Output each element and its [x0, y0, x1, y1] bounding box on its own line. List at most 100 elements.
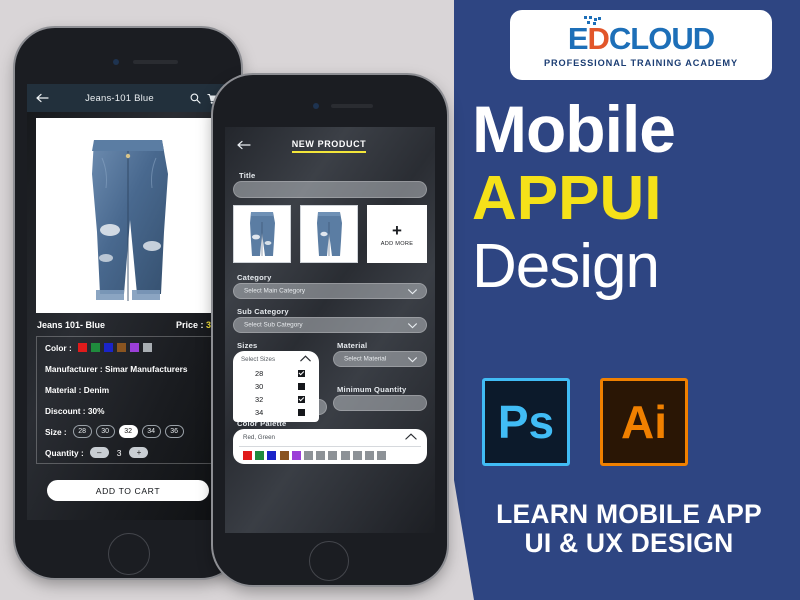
chevron-down-icon [408, 316, 417, 334]
product-thumbnail[interactable] [233, 205, 291, 263]
front-camera-icon [313, 103, 319, 109]
color-swatch-1[interactable] [90, 343, 100, 352]
palette-swatch-5[interactable] [303, 451, 313, 460]
attribute-quantity: Quantity : – 3 + [37, 442, 219, 463]
palette-swatch-7[interactable] [328, 451, 338, 460]
footer-tagline: LEARN MOBILE APP UI & UX DESIGN [464, 500, 794, 557]
color-swatch-4[interactable] [129, 343, 139, 352]
attribute-color: Color : [37, 337, 219, 358]
palette-swatch-4[interactable] [291, 451, 301, 460]
palette-swatch-6[interactable] [316, 451, 326, 460]
size-option-32[interactable]: 32 [118, 425, 138, 438]
palette-swatch-1[interactable] [255, 451, 265, 460]
quantity-decrease-button[interactable]: – [89, 447, 109, 458]
manufacturer-value: Simar Manufacturers [104, 363, 188, 374]
back-arrow-icon[interactable] [237, 137, 251, 155]
front-camera-icon [113, 59, 119, 65]
sizes-option-label: 34 [255, 408, 264, 417]
phone-new-product: NEW PRODUCT Title + ADD MORE Category Se… [213, 75, 447, 585]
photoshop-icon: Ps [482, 378, 570, 466]
palette-swatch-2[interactable] [267, 451, 277, 460]
product-thumbnail[interactable] [300, 205, 358, 263]
size-option-list[interactable]: 28 30 32 34 36 [72, 425, 184, 438]
sub-category-label: Sub Category [237, 307, 289, 316]
home-button[interactable] [108, 533, 150, 575]
sub-category-select[interactable]: Select Sub Category [233, 317, 427, 333]
phone-product-detail: Jeans-101 Blue Jeans 101- Blue Price: C… [15, 28, 241, 578]
add-more-image-button[interactable]: + ADD MORE [367, 205, 427, 263]
color-swatch-0[interactable] [77, 343, 87, 352]
new-product-header: NEW PRODUCT [225, 135, 435, 157]
logo-tagline: PROFESSIONAL TRAINING ACADEMY [543, 57, 739, 68]
sizes-option-checkbox[interactable] [298, 409, 305, 416]
sizes-option-28[interactable]: 28 [233, 367, 319, 380]
minimum-quantity-input[interactable] [333, 395, 427, 411]
search-icon[interactable] [190, 93, 201, 104]
color-swatch-5[interactable] [142, 343, 152, 352]
sizes-dropdown-header[interactable]: Select Sizes [233, 351, 319, 367]
page-title: Jeans-101 Blue [85, 92, 154, 104]
chevron-down-icon [408, 350, 417, 368]
sizes-option-30[interactable]: 30 [233, 380, 319, 393]
page-title: NEW PRODUCT [291, 139, 367, 153]
product-detail-app: Jeans-101 Blue Jeans 101- Blue Price: C… [27, 84, 229, 520]
palette-swatch-0[interactable] [243, 451, 252, 460]
size-option-30[interactable]: 30 [95, 425, 115, 438]
sizes-option-checkbox[interactable] [298, 370, 305, 377]
back-arrow-icon[interactable] [36, 93, 49, 103]
title-input[interactable] [233, 181, 427, 198]
sizes-dropdown[interactable]: Select Sizes 28 30 32 34 [233, 351, 319, 422]
sizes-option-checkbox[interactable] [298, 383, 305, 390]
jeans-illustration-icon [92, 140, 168, 301]
sizes-option-label: 30 [255, 382, 264, 391]
size-option-34[interactable]: 34 [141, 425, 161, 438]
promo-panel: E D CLOUD PROFESSIONAL TRAINING ACADEMY … [454, 0, 800, 600]
plus-icon: + [392, 220, 402, 240]
sizes-option-checkbox[interactable] [298, 396, 305, 403]
color-palette-dropdown[interactable]: Red, Green [233, 429, 427, 464]
size-option-28[interactable]: 28 [72, 425, 92, 438]
palette-swatch-9[interactable] [352, 451, 362, 460]
size-option-36[interactable]: 36 [164, 425, 184, 438]
color-palette-value: Red, Green [243, 434, 275, 441]
palette-swatch-3[interactable] [279, 451, 289, 460]
logo-pixel-dots-icon [583, 15, 602, 28]
add-to-cart-button[interactable]: ADD TO CART [47, 480, 209, 501]
earpiece-speaker-icon [133, 60, 178, 64]
sizes-option-label: 32 [255, 395, 264, 404]
quantity-stepper[interactable]: – 3 + [89, 447, 149, 458]
home-button[interactable] [309, 541, 349, 581]
manufacturer-label: Manufacturer : [45, 363, 103, 374]
chevron-down-icon [408, 282, 417, 300]
product-detail-header: Jeans-101 Blue [27, 84, 229, 112]
product-price-row: Jeans 101- Blue Price : 300 [37, 320, 221, 330]
palette-swatch-8[interactable] [340, 451, 350, 460]
category-select[interactable]: Select Main Category [233, 283, 427, 299]
new-product-app: NEW PRODUCT Title + ADD MORE Category Se… [225, 127, 435, 533]
sizes-option-32[interactable]: 32 [233, 393, 319, 406]
product-attributes-panel: Color : Manufacturer : Simar Manufacture… [36, 336, 220, 464]
color-swatch-3[interactable] [116, 343, 126, 352]
quantity-increase-button[interactable]: + [129, 447, 149, 458]
color-palette-swatches[interactable] [233, 447, 427, 460]
footer-line-2: UI & UX DESIGN [524, 527, 734, 558]
color-palette-header[interactable]: Red, Green [233, 429, 427, 446]
attribute-material: Material : Denim [37, 379, 219, 400]
product-image [36, 118, 220, 313]
sizes-option-34[interactable]: 34 [233, 406, 319, 419]
color-swatch-2[interactable] [103, 343, 113, 352]
phone1-screen: Jeans-101 Blue Jeans 101- Blue Price: C… [27, 84, 229, 520]
product-name: Jeans 101- Blue [37, 320, 106, 330]
adobe-tools-row: Ps Ai [482, 378, 688, 466]
minimum-quantity-label: Minimum Quantity [337, 385, 407, 394]
material-value: Denim [83, 384, 110, 395]
color-swatch-list[interactable] [77, 343, 152, 352]
attribute-discount: Discount : 30% [37, 400, 219, 421]
jeans-thumb-icon [317, 212, 342, 256]
palette-swatch-10[interactable] [364, 451, 374, 460]
material-select[interactable]: Select Material [333, 351, 427, 367]
chevron-up-icon [405, 433, 417, 442]
sizes-option-list[interactable]: 28 30 32 34 [233, 367, 319, 419]
add-more-label: ADD MORE [380, 240, 414, 247]
palette-swatch-11[interactable] [377, 451, 387, 460]
